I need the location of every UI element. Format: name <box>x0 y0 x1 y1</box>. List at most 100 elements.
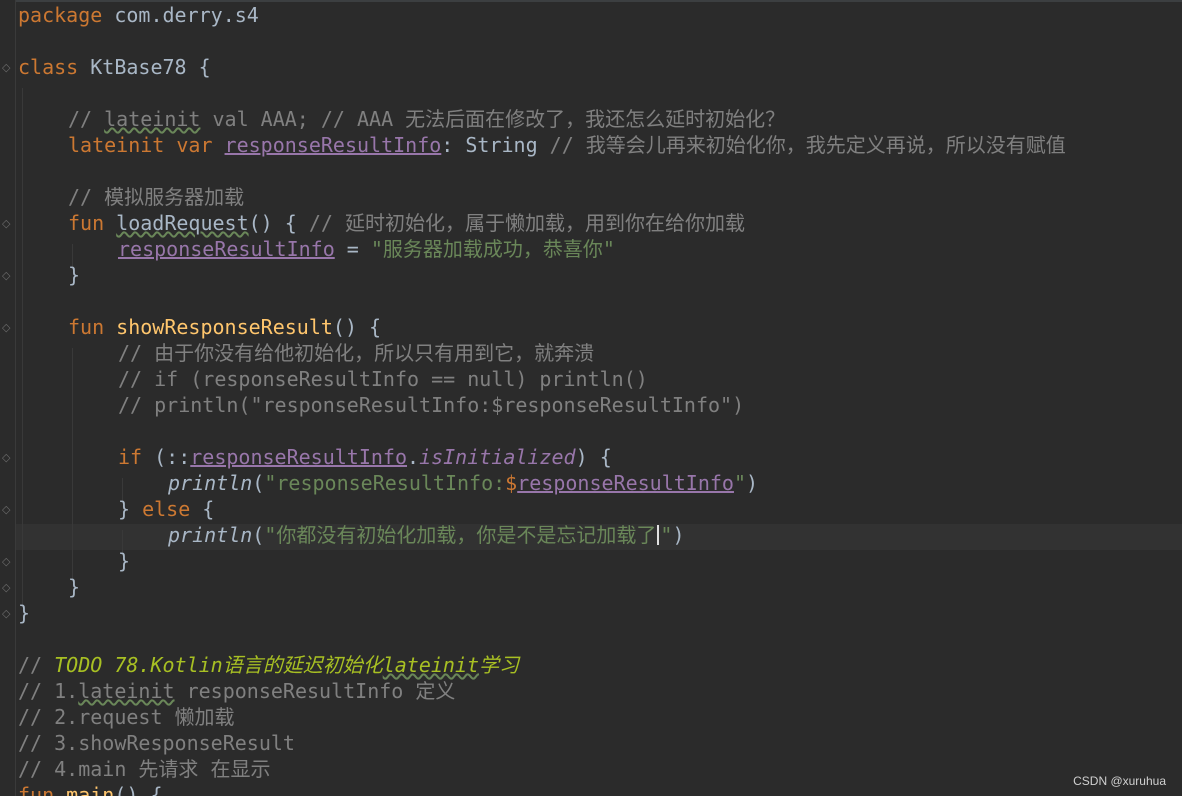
code-line-19[interactable]: println("responseResultInfo:$responseRes… <box>168 470 758 496</box>
package-name: com.derry.s4 <box>102 3 259 27</box>
closing-brace: } <box>68 263 81 287</box>
fold-close-icon[interactable]: ◇ <box>2 556 12 568</box>
code-line-3[interactable]: class KtBase78 { <box>18 54 211 80</box>
keyword: package <box>18 3 103 27</box>
gutter-divider <box>15 0 16 796</box>
function-call: println <box>168 523 253 547</box>
code-line-30[interactable]: // 4.main 先请求 在显示 <box>18 756 270 782</box>
editor-gutter[interactable]: ◇ ◇ ◇ ◇ ◇ ◇ ◇ ◇ ◇ <box>0 0 16 796</box>
punctuation: (:: <box>142 445 191 469</box>
comment: // <box>68 107 105 131</box>
comment: // <box>18 653 55 677</box>
is-initialized: isInitialized <box>419 445 576 469</box>
property-name: responseResultInfo <box>118 237 335 261</box>
string-literal: "服务器加载成功，恭喜你" <box>370 237 615 261</box>
code-line-18[interactable]: if (::responseResultInfo.isInitialized) … <box>118 444 612 470</box>
property-name: responseResultInfo <box>517 471 734 495</box>
fold-open-icon[interactable]: ◇ <box>2 62 12 74</box>
code-line-15[interactable]: // if (responseResultInfo == null) print… <box>118 366 648 392</box>
code-line-14[interactable]: // 由于你没有给他初始化，所以只有用到它，就奔溃 <box>118 340 594 366</box>
code-line-26[interactable]: // TODO 78.Kotlin语言的延迟初始化lateinit学习 <box>18 652 519 678</box>
code-line-28[interactable]: // 2.request 懒加载 <box>18 704 235 730</box>
code-line-8[interactable]: // 模拟服务器加载 <box>68 184 244 210</box>
code-line-1[interactable]: package com.derry.s4 <box>18 2 259 28</box>
comment-lateinit: lateinit <box>78 679 175 703</box>
fold-close-icon[interactable]: ◇ <box>2 608 12 620</box>
keyword: fun <box>18 783 55 796</box>
code-line-13[interactable]: fun showResponseResult() { <box>68 314 381 340</box>
comment: // 4.main 先请求 在显示 <box>18 757 271 781</box>
keyword: lateinit var <box>68 133 213 157</box>
code-line-9[interactable]: fun loadRequest() { // 延时初始化，属于懒加载，用到你在给… <box>68 210 745 236</box>
todo-comment: 学习 <box>479 653 520 677</box>
todo-lateinit: lateinit <box>382 653 480 677</box>
string-literal: " <box>660 523 673 547</box>
indent-guide <box>22 88 23 608</box>
code-editor[interactable]: ◇ ◇ ◇ ◇ ◇ ◇ ◇ ◇ ◇ package com.derry.s4 c… <box>0 0 1182 796</box>
code-line-27[interactable]: // 1.lateinit responseResultInfo 定义 <box>18 678 455 704</box>
comment: // 模拟服务器加载 <box>68 185 245 209</box>
punctuation: ) <box>746 471 759 495</box>
fold-close-icon[interactable]: ◇ <box>2 270 12 282</box>
punctuation: ( <box>252 523 265 547</box>
todo-comment: TODO 78.Kotlin语言的延迟初始化 <box>54 653 383 677</box>
comment: // 1. <box>18 679 79 703</box>
closing-brace: } <box>18 601 31 625</box>
string-literal: " <box>733 471 747 495</box>
code-line-5[interactable]: // lateinit val AAA; // AAA 无法后面在修改了，我还怎… <box>68 106 785 132</box>
watermark: CSDN @xuruhua <box>1073 774 1166 788</box>
comment: // 我等会儿再来初始化你，我先定义再说，所以没有赋值 <box>549 133 1066 157</box>
closing-brace: } <box>118 549 131 573</box>
comment: responseResultInfo 定义 <box>174 679 456 703</box>
fold-close-icon[interactable]: ◇ <box>2 504 12 516</box>
indent-guide <box>72 348 73 582</box>
punctuation: () { <box>332 315 382 339</box>
keyword: class <box>18 55 79 79</box>
comment: // 3.showResponseResult <box>18 731 295 755</box>
code-line-24[interactable]: } <box>18 600 30 626</box>
punctuation: () { <box>248 211 309 235</box>
operator: = <box>334 237 371 261</box>
code-line-16[interactable]: // println("responseResultInfo:$response… <box>118 392 744 418</box>
comment-lateinit: lateinit <box>104 107 201 131</box>
string-literal: "你都没有初始化加载，你是不是忘记加载了 <box>264 523 657 547</box>
comment: val AAA; // AAA 无法后面在修改了，我还怎么延时初始化？ <box>200 107 786 131</box>
keyword: fun <box>68 211 105 235</box>
function-name: main <box>54 783 115 796</box>
fold-close-icon[interactable]: ◇ <box>2 582 12 594</box>
function-name: showResponseResult <box>116 315 333 339</box>
punctuation: ( <box>252 471 265 495</box>
code-line-21[interactable]: println("你都没有初始化加载，你是不是忘记加载了 ") <box>168 522 684 548</box>
fold-open-icon[interactable]: ◇ <box>2 322 12 334</box>
keyword: else <box>142 497 191 521</box>
function-name: loadRequest <box>116 211 249 235</box>
type-annotation: : String <box>441 133 550 157</box>
code-line-10[interactable]: responseResultInfo = "服务器加载成功，恭喜你" <box>118 236 615 262</box>
fold-open-icon[interactable]: ◇ <box>2 218 12 230</box>
punctuation: () { <box>114 783 163 796</box>
code-line-20[interactable]: } else { <box>118 496 214 522</box>
code-line-23[interactable]: } <box>68 574 80 600</box>
punctuation: . <box>407 445 420 469</box>
punctuation: { <box>190 497 215 521</box>
closing-brace: } <box>68 575 81 599</box>
template-dollar: $ <box>505 471 518 495</box>
code-line-22[interactable]: } <box>118 548 130 574</box>
comment: // println("responseResultInfo:$response… <box>118 393 745 417</box>
keyword: if <box>118 445 143 469</box>
keyword: fun <box>68 315 105 339</box>
code-line-29[interactable]: // 3.showResponseResult <box>18 730 295 756</box>
code-line-11[interactable]: } <box>68 262 80 288</box>
punctuation: ) { <box>575 445 612 469</box>
property-name: responseResultInfo <box>224 133 442 157</box>
property-name: responseResultInfo <box>190 445 408 469</box>
punctuation: ) <box>672 523 685 547</box>
function-call: println <box>168 471 253 495</box>
code-line-31[interactable]: fun main() { <box>18 782 163 796</box>
fold-open-icon[interactable]: ◇ <box>2 452 12 464</box>
code-line-6[interactable]: lateinit var responseResultInfo: String … <box>68 132 1066 158</box>
comment: // 由于你没有给他初始化，所以只有用到它，就奔溃 <box>118 341 595 365</box>
comment: // if (responseResultInfo == null) print… <box>118 367 648 391</box>
comment: // 2.request 懒加载 <box>18 705 235 729</box>
comment: // 延时初始化，属于懒加载，用到你在给你加载 <box>308 211 745 235</box>
